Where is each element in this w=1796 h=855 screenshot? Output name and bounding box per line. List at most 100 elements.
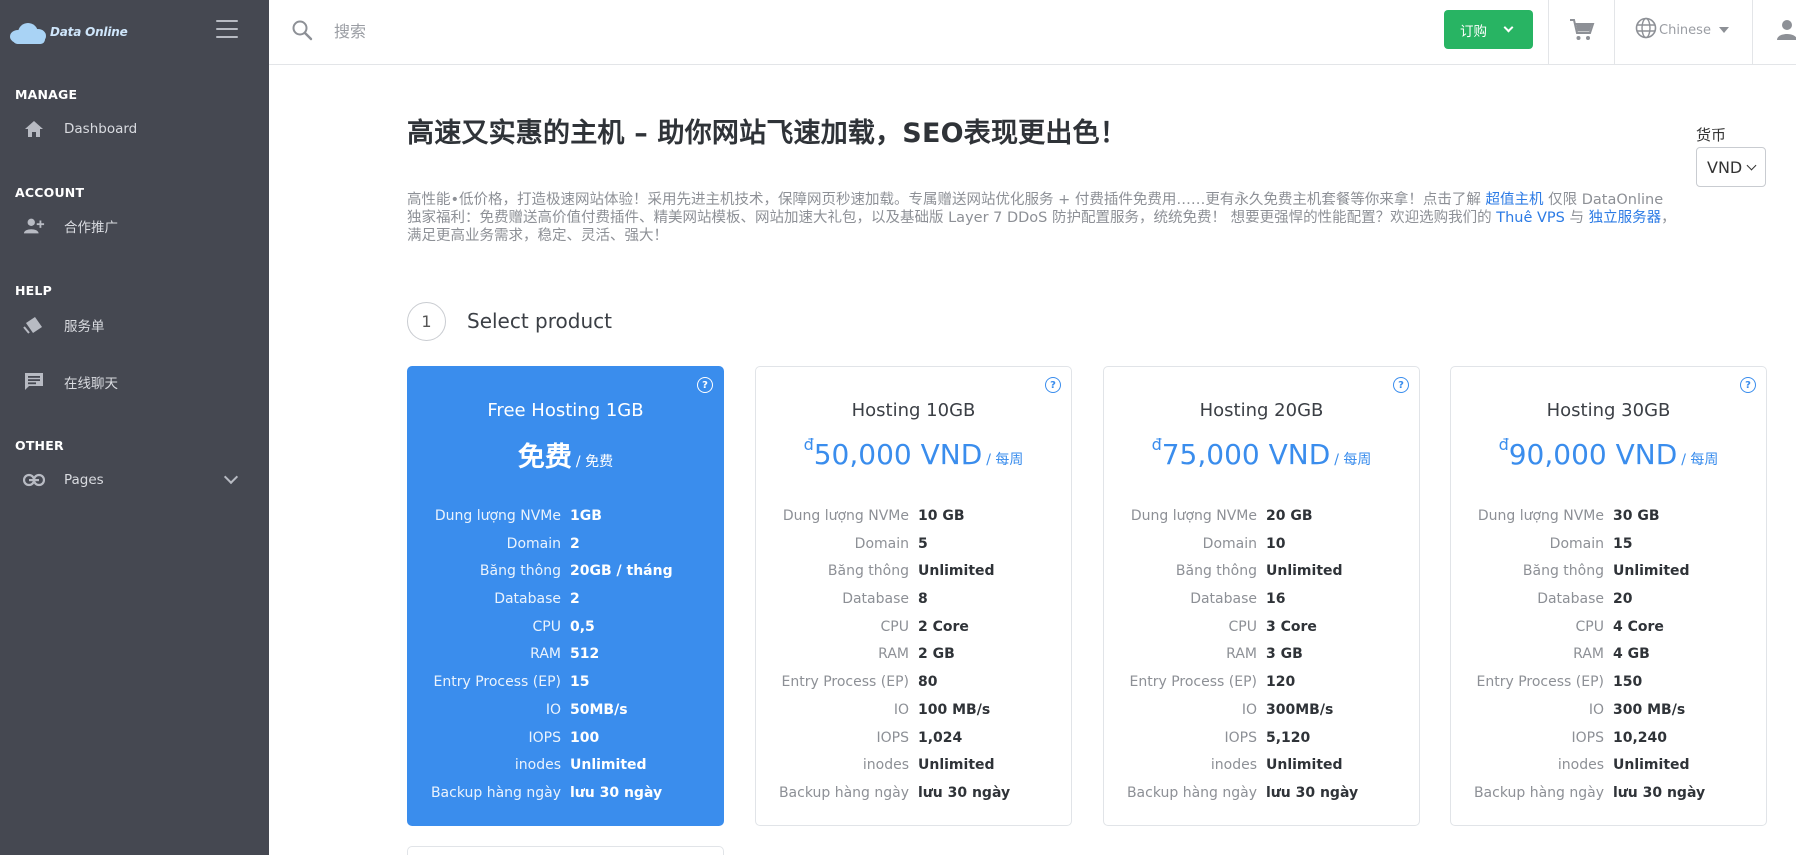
spec-row: Entry Process (EP) 120: [1104, 674, 1419, 702]
sidebar-item-affiliate[interactable]: 合作推广: [0, 208, 269, 244]
brand-logo[interactable]: Data Online: [10, 17, 128, 47]
search-input[interactable]: [334, 18, 834, 44]
spec-key: Băng thông: [1522, 563, 1604, 580]
sidebar-item-pages[interactable]: Pages: [0, 462, 269, 498]
price-amount: 90,000 VND: [1508, 438, 1678, 471]
spec-row: IO 300 MB/s: [1451, 702, 1766, 730]
spec-key: RAM: [530, 646, 561, 663]
product-name: Hosting 20GB: [1199, 400, 1324, 421]
spec-value: 15: [570, 674, 590, 691]
spec-key: Entry Process (EP): [781, 674, 909, 691]
billing-cycle: / 每周: [1334, 452, 1372, 468]
spec-value: lưu 30 ngày: [1613, 784, 1706, 801]
spec-row: IOPS 100: [408, 730, 723, 758]
spec-row: Dung lượng NVMe 1GB: [408, 508, 723, 536]
spec-row: Domain 10: [1104, 536, 1419, 564]
sidebar-item-chat[interactable]: 在线聊天: [0, 364, 269, 400]
menu-toggle-icon[interactable]: [216, 20, 238, 38]
cloud-icon: [10, 20, 48, 44]
spec-key: Database: [1190, 591, 1257, 608]
spec-value: 100 MB/s: [918, 701, 991, 718]
spec-value: 16: [1266, 591, 1286, 608]
help-icon[interactable]: ?: [1740, 377, 1756, 393]
language-selector[interactable]: Chinese: [1635, 17, 1729, 42]
page-title: 高速又实惠的主机 – 助你网站飞速加载，SEO表现更出色！: [407, 118, 1127, 149]
price-amount: 50,000 VND: [813, 438, 983, 471]
sidebar-item-label: Pages: [64, 472, 104, 488]
help-icon[interactable]: ?: [1393, 377, 1409, 393]
spec-row: RAM 512: [408, 646, 723, 674]
spec-row: Entry Process (EP) 15: [408, 674, 723, 702]
spec-key: IO: [1241, 701, 1257, 718]
spec-key: Domain: [1202, 535, 1257, 552]
spec-key: IO: [893, 701, 909, 718]
spec-value: 80: [918, 674, 938, 691]
spec-row: IO 50MB/s: [408, 702, 723, 730]
help-icon[interactable]: ?: [1045, 377, 1061, 393]
product-price: đ90,000 VND / 每周: [1451, 435, 1766, 471]
spec-key: IOPS: [1571, 729, 1604, 746]
spec-value: lưu 30 ngày: [918, 784, 1011, 801]
product-card-hosting-10gb[interactable]: ? Hosting 10GB đ50,000 VND / 每周 Dung lượn…: [755, 366, 1072, 826]
spec-row: RAM 4 GB: [1451, 646, 1766, 674]
product-card-hosting-30gb[interactable]: ? Hosting 30GB đ90,000 VND / 每周 Dung lượn…: [1450, 366, 1767, 826]
product-card-next[interactable]: [407, 846, 724, 855]
sidebar-item-label: Dashboard: [64, 121, 138, 137]
spec-value: 2 Core: [918, 618, 969, 635]
brand-name: Data Online: [50, 25, 128, 39]
intro-text-part: 与: [1564, 210, 1589, 226]
order-button[interactable]: 订购: [1444, 10, 1533, 49]
currency-select[interactable]: VND: [1696, 147, 1766, 187]
spec-key: Domain: [506, 535, 561, 552]
cart-icon[interactable]: [1569, 18, 1595, 42]
spec-key: IO: [1588, 701, 1604, 718]
spec-value: Unlimited: [918, 757, 995, 774]
user-icon[interactable]: [1775, 18, 1796, 42]
spec-key: inodes: [862, 757, 909, 774]
spec-row: Băng thông Unlimited: [1451, 563, 1766, 591]
spec-key: CPU: [880, 618, 909, 635]
spec-row: Dung lượng NVMe 10 GB: [756, 508, 1071, 536]
spec-row: RAM 2 GB: [756, 646, 1071, 674]
spec-key: Dung lượng NVMe: [782, 508, 909, 524]
spec-key: Database: [494, 591, 561, 608]
currency-symbol: đ: [803, 435, 814, 454]
sidebar: Data Online MANAGE Dashboard ACCOUNT 合作推…: [0, 0, 269, 855]
billing-cycle: / 免费: [575, 454, 614, 470]
link-value-hosting[interactable]: 超值主机: [1486, 192, 1544, 208]
spec-row: Băng thông 20GB / tháng: [408, 563, 723, 591]
divider: [1752, 0, 1753, 65]
spec-row: IO 300MB/s: [1104, 702, 1419, 730]
spec-key: Dung lượng NVMe: [434, 508, 561, 524]
spec-list: Dung lượng NVMe 10 GB Domain 5 Băng thông U…: [756, 508, 1071, 813]
chevron-down-icon: [1503, 22, 1514, 33]
spec-row: Backup hàng ngày lưu 30 ngày: [1451, 785, 1766, 813]
spec-key: inodes: [514, 757, 561, 774]
spec-key: IOPS: [528, 729, 561, 746]
product-card-free-hosting-1gb[interactable]: ? Free Hosting 1GB 免费 / 免费 Dung lượng NVM…: [407, 366, 724, 826]
spec-value: Unlimited: [1266, 563, 1343, 580]
spec-row: Database 8: [756, 591, 1071, 619]
spec-row: Backup hàng ngày lưu 30 ngày: [756, 785, 1071, 813]
link-dedicated-server[interactable]: 独立服务器: [1589, 210, 1662, 226]
spec-key: inodes: [1557, 757, 1604, 774]
spec-row: RAM 3 GB: [1104, 646, 1419, 674]
sidebar-item-tickets[interactable]: 服务单: [0, 307, 269, 343]
spec-key: Backup hàng ngày: [1473, 784, 1604, 801]
spec-value: 100: [570, 729, 600, 746]
spec-row: inodes Unlimited: [1104, 757, 1419, 785]
product-card-hosting-20gb[interactable]: ? Hosting 20GB đ75,000 VND / 每周 Dung lượn…: [1103, 366, 1420, 826]
spec-row: Domain 15: [1451, 536, 1766, 564]
link-vps[interactable]: Thuê VPS: [1496, 210, 1565, 226]
spec-row: inodes Unlimited: [756, 757, 1071, 785]
spec-list: Dung lượng NVMe 20 GB Domain 10 Băng thông…: [1104, 508, 1419, 813]
spec-value: lưu 30 ngày: [570, 784, 663, 801]
spec-value: 1,024: [918, 729, 963, 746]
spec-key: Domain: [1549, 535, 1604, 552]
spec-value: Unlimited: [1613, 757, 1690, 774]
sidebar-item-dashboard[interactable]: Dashboard: [0, 111, 269, 147]
spec-key: IOPS: [876, 729, 909, 746]
help-icon[interactable]: ?: [697, 377, 713, 393]
sidebar-item-label: 服务单: [64, 319, 105, 335]
chevron-down-icon: [223, 469, 239, 485]
